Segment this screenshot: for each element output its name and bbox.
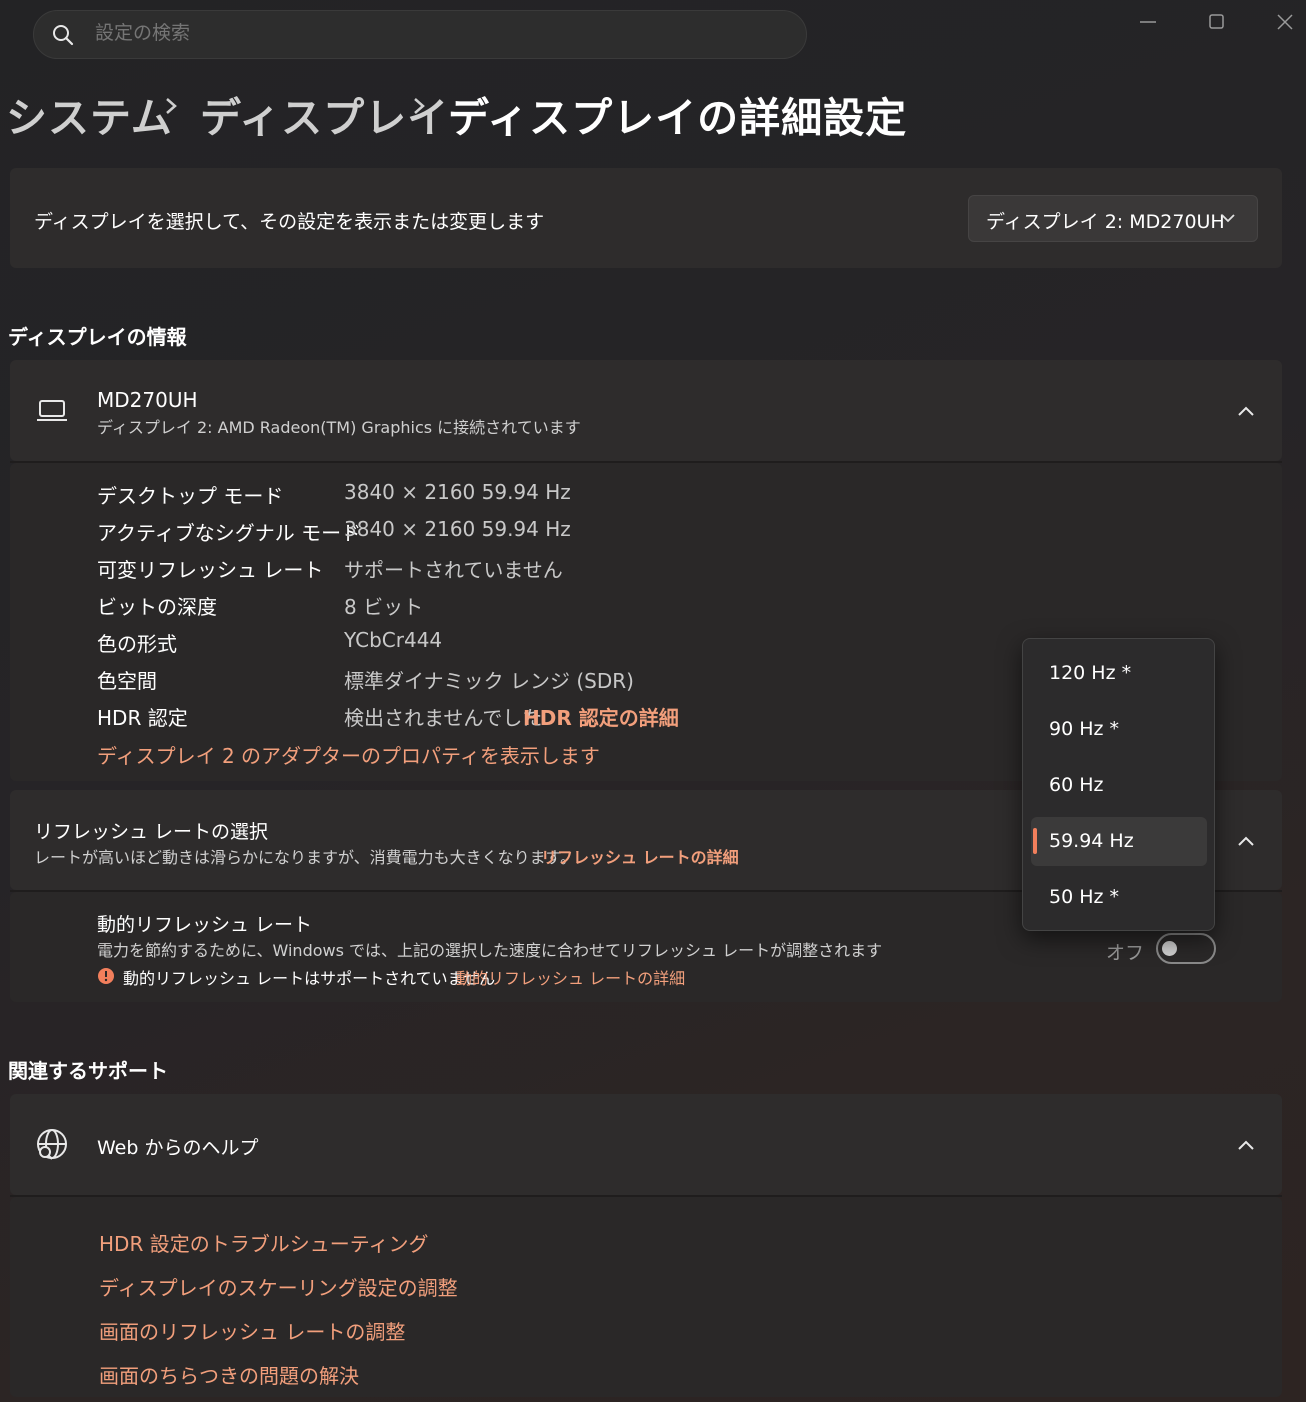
refresh-option[interactable]: 120 Hz *: [1049, 662, 1131, 684]
refresh-rate-title: リフレッシュ レートの選択: [34, 821, 269, 843]
detail-value: 標準ダイナミック レンジ (SDR): [344, 669, 634, 693]
refresh-rate-desc: レートが高いほど動きは滑らかになりますが、消費電力も大きくなります。: [34, 848, 577, 867]
laptop-icon: [37, 400, 67, 421]
help-link[interactable]: HDR 設定のトラブルシューティング: [99, 1228, 429, 1257]
chevron-up-icon[interactable]: [1236, 402, 1256, 420]
detail-value: YCbCr444: [344, 628, 443, 652]
detail-value: 3840 × 2160 59.94 Hz: [344, 480, 571, 504]
page-title: ディスプレイの詳細設定: [448, 94, 908, 142]
detail-key: デスクトップ モード: [97, 484, 284, 508]
minimize-icon[interactable]: [1130, 8, 1166, 36]
display-select-label: ディスプレイを選択して、その設定を表示または変更します: [34, 211, 545, 233]
web-help-title: Web からのヘルプ: [97, 1137, 259, 1159]
refresh-option[interactable]: 60 Hz: [1049, 774, 1103, 796]
help-link[interactable]: ディスプレイのスケーリング設定の調整: [99, 1272, 458, 1301]
display-dropdown-value: ディスプレイ 2: MD270UH: [986, 211, 1225, 233]
detail-value: サポートされていません: [344, 558, 563, 582]
detail-value: 8 ビット: [344, 595, 424, 619]
toggle-knob: [1162, 941, 1177, 956]
detail-key: HDR 認定: [97, 706, 188, 730]
chevron-right-icon: [166, 98, 177, 114]
toggle-label: オフ: [1106, 942, 1145, 964]
display-info-heading: ディスプレイの情報: [8, 325, 187, 349]
detail-value: 検出されませんでした: [344, 706, 543, 730]
globe-icon: [37, 1129, 67, 1160]
search-icon: [53, 25, 74, 46]
close-icon[interactable]: [1267, 8, 1303, 36]
selection-indicator: [1033, 828, 1037, 854]
help-link[interactable]: 画面のリフレッシュ レートの調整: [99, 1316, 405, 1345]
breadcrumb-item-system[interactable]: システム: [6, 84, 173, 144]
monitor-name: MD270UH: [97, 388, 198, 412]
adapter-properties-link[interactable]: ディスプレイ 2 のアダプターのプロパティを表示します: [97, 740, 600, 769]
chevron-right-icon: [414, 98, 425, 114]
detail-value: 3840 × 2160 59.94 Hz: [344, 517, 571, 541]
detail-key: ビットの深度: [97, 595, 217, 619]
dynamic-refresh-desc: 電力を節約するために、Windows では、上記の選択した速度に合わせてリフレッ…: [97, 941, 883, 960]
detail-key: 色の形式: [97, 632, 177, 656]
search-input[interactable]: [95, 22, 775, 44]
refresh-option-selected[interactable]: 59.94 Hz: [1049, 830, 1134, 852]
refresh-option[interactable]: 50 Hz *: [1049, 886, 1119, 908]
info-icon: [98, 968, 114, 984]
detail-key: 色空間: [97, 669, 157, 693]
chevron-up-icon[interactable]: [1236, 1136, 1256, 1154]
refresh-option[interactable]: 90 Hz *: [1049, 718, 1119, 740]
detail-key: 可変リフレッシュ レート: [97, 558, 324, 582]
support-heading: 関連するサポート: [8, 1059, 168, 1083]
chevron-down-icon: [1221, 214, 1235, 223]
hdr-cert-link[interactable]: HDR 認定の詳細: [523, 702, 679, 731]
monitor-desc: ディスプレイ 2: AMD Radeon(TM) Graphics に接続されて…: [97, 418, 581, 437]
help-link[interactable]: 画面のちらつきの問題の解決: [99, 1360, 359, 1389]
dynamic-refresh-title: 動的リフレッシュ レート: [97, 914, 313, 936]
dynamic-refresh-warning: 動的リフレッシュ レートはサポートされていません: [123, 969, 496, 988]
maximize-icon[interactable]: [1198, 8, 1234, 36]
chevron-up-icon[interactable]: [1236, 832, 1256, 850]
monitor-header-card[interactable]: [10, 360, 1282, 461]
dynamic-refresh-link[interactable]: 動的リフレッシュ レートの詳細: [456, 965, 685, 989]
detail-key: アクティブなシグナル モード: [97, 521, 362, 545]
refresh-rate-link[interactable]: リフレッシュ レートの詳細: [541, 844, 739, 868]
